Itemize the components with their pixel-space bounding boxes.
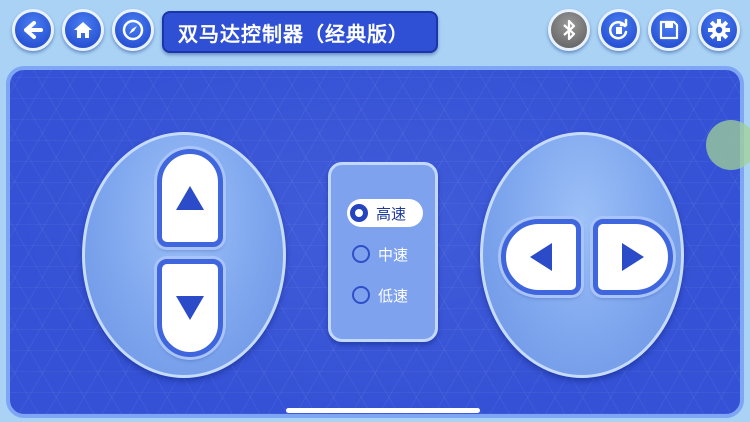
refresh-icon [608, 18, 628, 40]
turn-right-button[interactable] [593, 219, 673, 295]
top-bar: 双马达控制器（经典版） [0, 0, 750, 64]
forward-button[interactable] [157, 149, 223, 247]
home-button[interactable] [62, 9, 104, 51]
home-indicator[interactable] [286, 408, 480, 413]
speed-option-label: 高速 [376, 204, 407, 223]
save-icon [659, 20, 679, 40]
radio-unselected-icon [352, 286, 370, 304]
backward-button[interactable] [157, 259, 223, 357]
speed-option-high[interactable]: 高速 [347, 199, 423, 227]
bluetooth-button[interactable] [548, 9, 590, 51]
gear-icon [708, 19, 730, 41]
radio-selected-icon [350, 204, 368, 222]
speed-selector: 高速 中速 低速 [328, 162, 438, 342]
turn-left-button[interactable] [501, 219, 581, 295]
compass-icon [122, 19, 144, 41]
speed-option-label: 低速 [378, 286, 409, 305]
refresh-button[interactable] [598, 9, 640, 51]
speed-option-label: 中速 [378, 245, 409, 264]
save-button[interactable] [648, 9, 690, 51]
speed-option-medium[interactable]: 中速 [349, 240, 423, 268]
left-right-pad [480, 132, 684, 378]
forward-backward-pad [82, 132, 286, 378]
back-button[interactable] [12, 9, 54, 51]
back-arrow-icon [24, 21, 43, 39]
settings-button[interactable] [698, 9, 740, 51]
home-icon [74, 22, 92, 38]
right-arrow-icon [622, 243, 644, 271]
up-arrow-icon [176, 186, 204, 210]
radio-unselected-icon [352, 245, 370, 263]
control-panel: 高速 中速 低速 [6, 66, 744, 418]
down-arrow-icon [176, 296, 204, 320]
bluetooth-icon [563, 19, 576, 41]
compass-button[interactable] [112, 9, 154, 51]
speed-option-low[interactable]: 低速 [349, 281, 423, 309]
left-arrow-icon [530, 243, 552, 271]
floating-assistive-button[interactable] [706, 120, 750, 170]
page-title: 双马达控制器（经典版） [162, 11, 438, 53]
